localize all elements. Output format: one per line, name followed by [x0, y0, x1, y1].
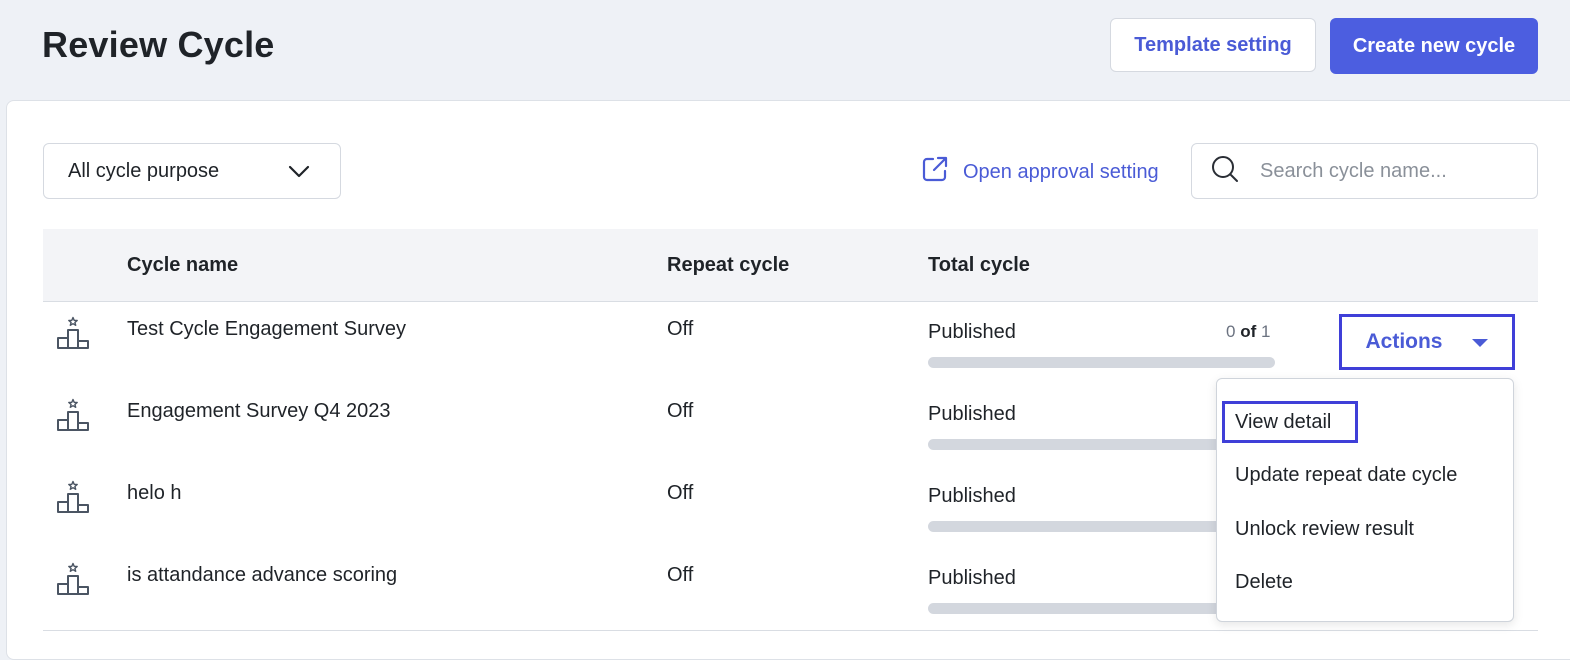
- menu-item-delete[interactable]: Delete: [1235, 571, 1293, 594]
- cycle-purpose-select[interactable]: All cycle purpose: [43, 143, 341, 199]
- menu-item-update-repeat-date-cycle[interactable]: Update repeat date cycle: [1235, 464, 1457, 487]
- status-text: Published: [928, 403, 1016, 425]
- create-new-cycle-button[interactable]: Create new cycle: [1330, 18, 1538, 74]
- actions-label: Actions: [1365, 330, 1443, 353]
- menu-item-unlock-review-result[interactable]: Unlock review result: [1235, 518, 1414, 541]
- search-input[interactable]: [1258, 158, 1522, 184]
- progress-bar: [928, 357, 1275, 368]
- search-box[interactable]: [1191, 143, 1538, 199]
- open-approval-setting-label: Open approval setting: [963, 160, 1159, 183]
- repeat-cycle-value: Off: [667, 318, 694, 340]
- caret-down-icon: [1443, 330, 1489, 354]
- actions-button[interactable]: Actions: [1339, 314, 1515, 370]
- podium-star-icon: [56, 562, 90, 601]
- repeat-cycle-value: Off: [667, 400, 694, 422]
- repeat-cycle-value: Off: [667, 482, 694, 504]
- column-header-total-cycle: Total cycle: [928, 254, 1030, 276]
- cycle-name[interactable]: is attandance advance scoring: [127, 564, 397, 587]
- cycle-name[interactable]: Engagement Survey Q4 2023: [127, 400, 391, 423]
- status-text: Published: [928, 321, 1016, 343]
- repeat-cycle-value: Off: [667, 564, 694, 586]
- podium-star-icon: [56, 398, 90, 437]
- template-setting-button[interactable]: Template setting: [1110, 18, 1316, 72]
- column-header-repeat-cycle: Repeat cycle: [667, 254, 790, 276]
- cycle-count-of: of: [1240, 322, 1257, 341]
- actions-dropdown-menu: View detail Update repeat date cycle Unl…: [1216, 378, 1514, 622]
- column-header-cycle-name: Cycle name: [127, 254, 239, 276]
- cycle-name[interactable]: Test Cycle Engagement Survey: [127, 318, 406, 341]
- cycle-name[interactable]: helo h: [127, 482, 182, 505]
- search-icon: [1192, 154, 1258, 189]
- external-link-icon: [920, 154, 963, 190]
- cycle-count: 0 of 1: [1226, 322, 1270, 342]
- open-approval-setting-link[interactable]: Open approval setting: [920, 155, 1159, 189]
- menu-item-view-detail[interactable]: View detail: [1222, 401, 1358, 443]
- page-title: Review Cycle: [42, 24, 275, 65]
- table-header: Cycle name Repeat cycle Total cycle: [43, 229, 1538, 302]
- cycle-count-total: 1: [1260, 322, 1271, 341]
- cycle-count-done: 0: [1226, 322, 1236, 341]
- podium-star-icon: [56, 480, 90, 519]
- podium-star-icon: [56, 316, 90, 355]
- status-text: Published: [928, 567, 1016, 589]
- chevron-down-icon: [288, 162, 310, 185]
- status-text: Published: [928, 485, 1016, 507]
- cycle-purpose-value: All cycle purpose: [68, 159, 220, 182]
- table-row: Test Cycle Engagement Survey Off Publish…: [43, 302, 1538, 385]
